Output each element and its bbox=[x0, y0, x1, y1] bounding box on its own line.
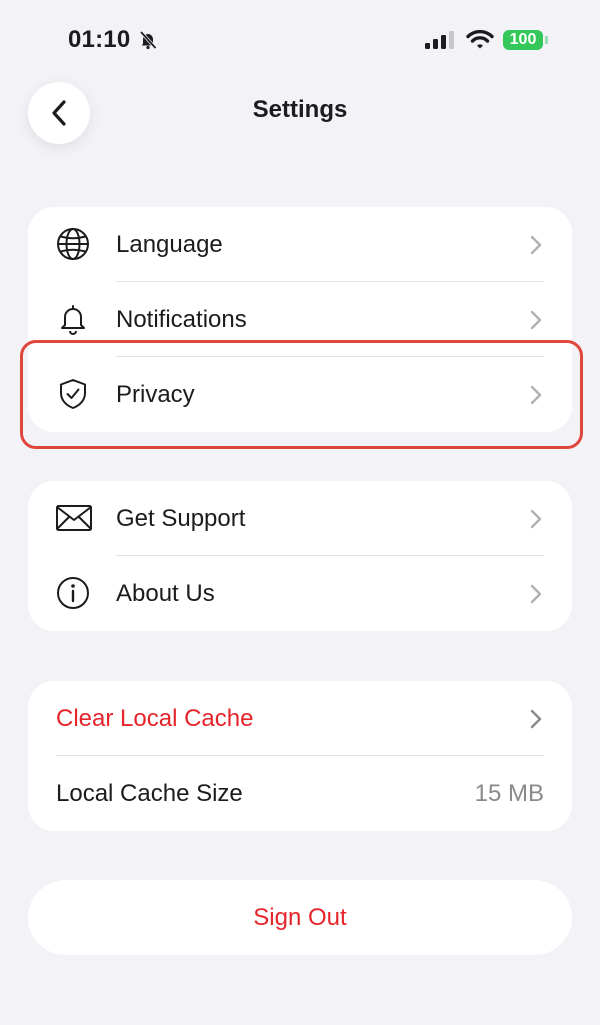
settings-group-general: Language Notifications Privacy bbox=[28, 207, 572, 432]
settings-row-notifications[interactable]: Notifications bbox=[28, 282, 572, 357]
wifi-icon bbox=[466, 29, 494, 49]
settings-row-label: Privacy bbox=[116, 381, 195, 408]
info-icon bbox=[57, 577, 89, 609]
status-time: 01:10 bbox=[68, 26, 131, 53]
cache-size-value: 15 MB bbox=[474, 780, 544, 807]
sign-out-button[interactable]: Sign Out bbox=[28, 880, 572, 955]
settings-group-support: Get Support About Us bbox=[28, 481, 572, 631]
settings-row-label: About Us bbox=[116, 580, 215, 607]
page-title: Settings bbox=[252, 96, 348, 123]
battery-icon: 100 bbox=[503, 30, 543, 50]
chevron-right-icon bbox=[530, 235, 542, 255]
envelope-icon bbox=[56, 505, 92, 531]
status-bar: 01:10 100 bbox=[0, 0, 600, 80]
settings-row-label: Language bbox=[116, 231, 223, 258]
shield-check-icon bbox=[60, 379, 86, 409]
settings-row-about-us[interactable]: About Us bbox=[28, 556, 572, 631]
cache-size-label: Local Cache Size bbox=[56, 780, 243, 807]
signal-icon bbox=[425, 31, 454, 49]
settings-row-language[interactable]: Language bbox=[28, 207, 572, 282]
settings-row-privacy[interactable]: Privacy bbox=[28, 357, 572, 432]
settings-row-label: Notifications bbox=[116, 306, 247, 333]
settings-row-clear-cache[interactable]: Clear Local Cache bbox=[28, 681, 572, 756]
chevron-right-icon bbox=[530, 310, 542, 330]
clear-cache-label: Clear Local Cache bbox=[56, 705, 254, 732]
bell-slash-icon bbox=[139, 30, 157, 50]
battery-level: 100 bbox=[509, 31, 537, 48]
settings-row-cache-size: Local Cache Size 15 MB bbox=[28, 756, 572, 831]
settings-row-get-support[interactable]: Get Support bbox=[28, 481, 572, 556]
settings-group-cache: Clear Local Cache Local Cache Size 15 MB bbox=[28, 681, 572, 831]
settings-row-label: Get Support bbox=[116, 505, 246, 532]
globe-icon bbox=[57, 228, 89, 260]
bell-icon bbox=[61, 305, 85, 335]
battery-tip bbox=[545, 36, 548, 44]
chevron-right-icon bbox=[530, 385, 542, 405]
chevron-right-icon bbox=[530, 584, 542, 604]
chevron-right-icon bbox=[530, 709, 542, 729]
chevron-right-icon bbox=[530, 509, 542, 529]
